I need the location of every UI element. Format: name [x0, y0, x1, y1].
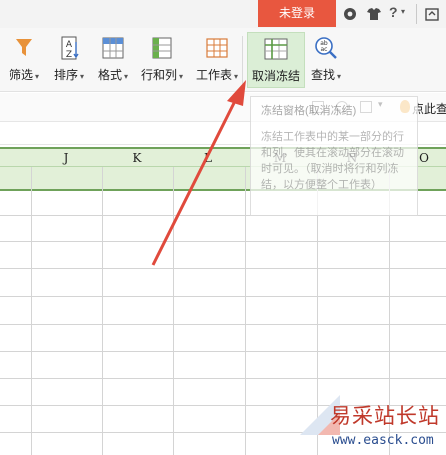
worksheet-label: 工作表 — [195, 68, 232, 82]
grid-column-line — [102, 167, 103, 455]
filter-label: 筛选 — [8, 68, 33, 82]
filter-button[interactable]: 筛选 ▾ — [2, 32, 46, 88]
grid-row-line — [0, 268, 446, 269]
column-header-j[interactable]: J — [56, 151, 76, 165]
column-header-k[interactable]: K — [127, 151, 147, 165]
unfreeze-tooltip: 冻结窗格(取消冻结) 冻结工作表中的某一部分的行和列，使其在滚动部分在滚动时可见… — [250, 96, 418, 216]
chevron-down-icon: ▾ — [80, 72, 85, 81]
tooltip-body: 冻结工作表中的某一部分的行和列，使其在滚动部分在滚动时可见。（取消时将行和列冻结… — [261, 131, 404, 191]
chevron-down-icon: ▾ — [234, 72, 239, 81]
login-button[interactable]: 未登录 — [258, 0, 336, 27]
tooltip-title: 冻结窗格(取消冻结) — [261, 105, 357, 117]
unfreeze-label: 取消冻结 — [251, 69, 300, 83]
grid-column-line — [245, 167, 246, 455]
chevron-down-icon: ▾ — [124, 72, 129, 81]
svg-text:Z: Z — [66, 50, 72, 60]
settings-icon[interactable] — [342, 6, 358, 22]
rows-cols-label: 行和列 — [140, 68, 177, 82]
title-bar: 未登录 ? ▾ — [0, 0, 446, 28]
sort-label: 排序 — [53, 68, 78, 82]
divider — [416, 4, 417, 24]
format-label: 格式 — [97, 68, 122, 82]
find-icon: ab ac — [315, 37, 337, 59]
svg-text:A: A — [66, 40, 73, 50]
grid-row-line — [0, 241, 446, 242]
format-grid-icon — [102, 37, 124, 59]
worksheet-icon — [206, 38, 228, 58]
watermark-site-name: 易采站长站 — [330, 404, 440, 428]
rows-cols-icon — [152, 37, 172, 59]
column-header-l[interactable]: L — [198, 151, 218, 165]
find-button[interactable]: ab ac 查找 ▾ — [306, 32, 346, 88]
worksheet-button[interactable]: 工作表 ▾ — [192, 32, 242, 88]
svg-text:ac: ac — [321, 46, 328, 53]
chevron-down-icon: ▾ — [179, 72, 184, 81]
sort-button[interactable]: A Z 排序 ▾ — [48, 32, 90, 88]
rows-cols-button[interactable]: 行和列 ▾ — [136, 32, 188, 88]
grid-row-line — [0, 378, 446, 379]
chevron-down-icon: ▾ — [35, 72, 40, 81]
watermark-url: www.easck.com — [332, 433, 434, 448]
grid-row-line — [0, 296, 446, 297]
chevron-down-icon: ▾ — [337, 72, 342, 81]
unfreeze-button[interactable]: 取消冻结 — [247, 32, 305, 88]
ribbon-toolbar: 筛选 ▾ A Z 排序 ▾ 格式 ▾ 行和列 ▾ 工作表 ▾ 取消冻结 ab a… — [0, 28, 446, 92]
chevron-down-icon[interactable]: ▾ — [401, 7, 405, 16]
shirt-icon[interactable] — [366, 6, 382, 22]
window-icon[interactable] — [424, 6, 440, 22]
grid-column-line — [31, 167, 32, 455]
unfreeze-icon — [264, 38, 288, 60]
format-button[interactable]: 格式 ▾ — [92, 32, 134, 88]
grid-column-line — [173, 167, 174, 455]
funnel-icon — [16, 39, 32, 56]
grid-row-line — [0, 324, 446, 325]
ribbon-divider — [242, 36, 243, 84]
sort-az-icon: A Z — [61, 36, 79, 60]
grid-row-line — [0, 351, 446, 352]
find-label: 查找 — [310, 68, 335, 82]
help-icon[interactable]: ? — [389, 4, 398, 20]
